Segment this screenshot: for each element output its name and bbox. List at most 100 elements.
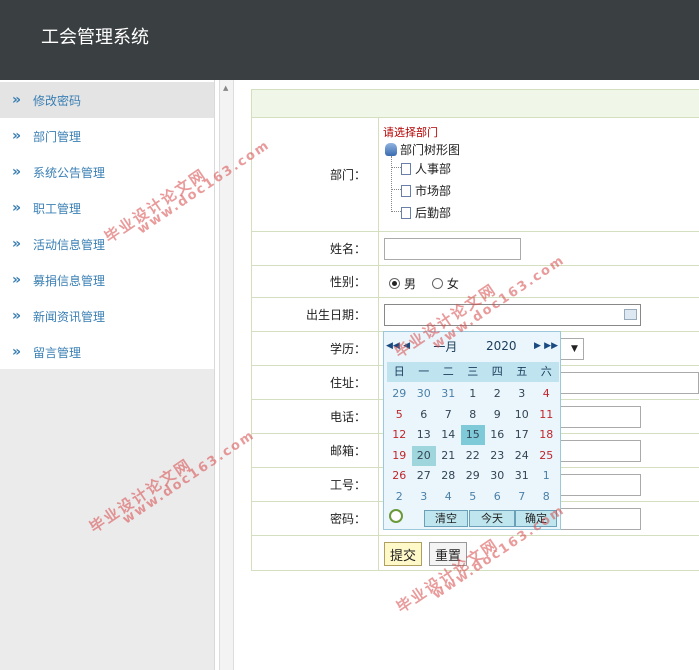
department-tree-cell: 请选择部门 部门树形图 人事部 市场部 后勤部 (379, 118, 699, 231)
phone-input[interactable] (549, 406, 641, 428)
calendar-day[interactable]: 21 (436, 446, 461, 466)
calendar-day[interactable]: 26 (387, 466, 412, 486)
calendar-day[interactable]: 24 (510, 446, 535, 466)
tree-item-marketing[interactable]: 市场部 (401, 182, 451, 199)
sidebar-item-label: 留言管理 (33, 345, 82, 360)
calendar-day[interactable]: 10 (510, 405, 535, 425)
calendar-day[interactable]: 18 (534, 425, 559, 445)
calendar-day[interactable]: 2 (387, 487, 412, 507)
calendar-day[interactable]: 8 (461, 405, 486, 425)
calendar-day[interactable]: 7 (436, 405, 461, 425)
calendar-day[interactable]: 30 (485, 466, 510, 486)
calendar-day[interactable]: 17 (510, 425, 535, 445)
calendar-day[interactable]: 3 (412, 487, 437, 507)
ok-button[interactable]: 确定 (515, 510, 557, 527)
calendar-day[interactable]: 1 (461, 384, 486, 404)
calendar-day[interactable]: 19 (387, 446, 412, 466)
calendar-day[interactable]: 9 (485, 405, 510, 425)
sidebar-item-news[interactable]: » 新闻资讯管理 (0, 298, 214, 334)
gender-option-male[interactable]: 男 (389, 277, 416, 291)
chevron-down-icon[interactable]: ▼ (571, 344, 578, 354)
calendar-day[interactable]: 6 (485, 487, 510, 507)
tree-item-logistics[interactable]: 后勤部 (401, 204, 451, 221)
sidebar-item-activities[interactable]: » 活动信息管理 (0, 226, 214, 262)
calendar-day[interactable]: 20 (411, 445, 436, 466)
calendar-day[interactable]: 15 (460, 425, 485, 446)
sidebar-item-label: 部门管理 (33, 129, 82, 144)
calendar-day[interactable]: 16 (485, 425, 510, 445)
today-button[interactable]: 今天 (469, 510, 515, 527)
calendar-day[interactable]: 23 (485, 446, 510, 466)
calendar-day[interactable]: 5 (461, 487, 486, 507)
tree-root-label: 部门树形图 (400, 143, 461, 157)
sidebar-item-announcements[interactable]: » 系统公告管理 (0, 154, 214, 190)
password-input[interactable] (549, 508, 641, 530)
document-icon (401, 207, 411, 219)
calendar-day[interactable]: 22 (461, 446, 486, 466)
sidebar-item-label: 职工管理 (33, 201, 82, 216)
calendar-day[interactable]: 3 (510, 384, 535, 404)
calendar-day[interactable]: 31 (510, 466, 535, 486)
calendar-day[interactable]: 13 (412, 425, 437, 445)
name-input[interactable] (384, 238, 521, 260)
date-picker-popup: ◀◀ ◀ 一月 2020 ▶ ▶▶ 日一二三四五六 29 30 31 1 2 3 4 5 6 7 8 9… (383, 331, 561, 530)
prev-year-icon[interactable]: ◀◀ (386, 341, 400, 351)
calendar-day[interactable]: 4 (534, 384, 559, 404)
actions-label-cell (251, 536, 379, 570)
calendar-day[interactable]: 28 (436, 466, 461, 486)
calendar-day[interactable]: 2 (485, 384, 510, 404)
address-input[interactable] (549, 372, 699, 394)
calendar-day[interactable]: 30 (412, 384, 437, 404)
calendar-day[interactable]: 31 (436, 384, 461, 404)
scroll-up-icon[interactable]: ▲ (223, 84, 228, 92)
frame-scrollbar[interactable]: ▲ (219, 80, 234, 670)
calendar-day[interactable]: 11 (534, 405, 559, 425)
tree-connector (391, 189, 401, 190)
next-month-icon[interactable]: ▶ (531, 341, 545, 351)
month-label[interactable]: 一月 (433, 338, 472, 355)
document-icon (401, 163, 411, 175)
weekday-header: 三 (460, 362, 485, 382)
email-input[interactable] (549, 440, 641, 462)
radio-icon[interactable] (431, 278, 443, 289)
sidebar-item-change-password[interactable]: » 修改密码 (0, 82, 214, 118)
tree-connector (391, 167, 401, 168)
employee-no-input[interactable] (549, 474, 641, 496)
calendar-day[interactable]: 29 (387, 384, 412, 404)
double-chevron-icon: » (12, 308, 22, 324)
gender-option-female[interactable]: 女 (431, 277, 459, 291)
tree-root[interactable]: 部门树形图 (385, 141, 460, 158)
next-year-icon[interactable]: ▶▶ (544, 341, 558, 351)
birth-date-input[interactable] (384, 304, 641, 326)
calendar-day[interactable]: 6 (412, 405, 437, 425)
clock-icon[interactable] (389, 509, 403, 523)
submit-button[interactable]: 提交 (384, 542, 423, 566)
weekday-header: 六 (534, 362, 559, 382)
sidebar-item-departments[interactable]: » 部门管理 (0, 118, 214, 154)
calendar-day[interactable]: 29 (461, 466, 486, 486)
calendar-icon[interactable] (624, 309, 637, 320)
gender-cell: 男 女 (379, 266, 699, 297)
phone-label: 电话： (251, 400, 379, 433)
calendar-day[interactable]: 5 (387, 405, 412, 425)
year-label[interactable]: 2020 (486, 339, 525, 353)
calendar-day[interactable]: 27 (412, 466, 437, 486)
calendar-day[interactable]: 4 (436, 487, 461, 507)
clear-button[interactable]: 清空 (424, 510, 468, 527)
prev-month-icon[interactable]: ◀ (400, 341, 414, 351)
reset-button[interactable]: 重置 (429, 542, 468, 566)
radio-checked-icon[interactable] (389, 278, 400, 289)
gender-row: 性别： 男 女 (251, 265, 699, 297)
calendar-day[interactable]: 7 (510, 487, 535, 507)
date-picker-header: ◀◀ ◀ 一月 2020 ▶ ▶▶ (386, 334, 558, 358)
calendar-day[interactable]: 14 (436, 425, 461, 445)
sidebar-item-donations[interactable]: » 募捐信息管理 (0, 262, 214, 298)
calendar-day[interactable]: 12 (387, 425, 412, 445)
double-chevron-icon: » (12, 236, 22, 252)
calendar-day[interactable]: 1 (534, 466, 559, 486)
tree-item-hr[interactable]: 人事部 (401, 160, 451, 177)
calendar-day[interactable]: 25 (534, 446, 559, 466)
sidebar-item-employees[interactable]: » 职工管理 (0, 190, 214, 226)
sidebar-item-messages[interactable]: » 留言管理 (0, 334, 214, 370)
calendar-day[interactable]: 8 (534, 487, 559, 507)
